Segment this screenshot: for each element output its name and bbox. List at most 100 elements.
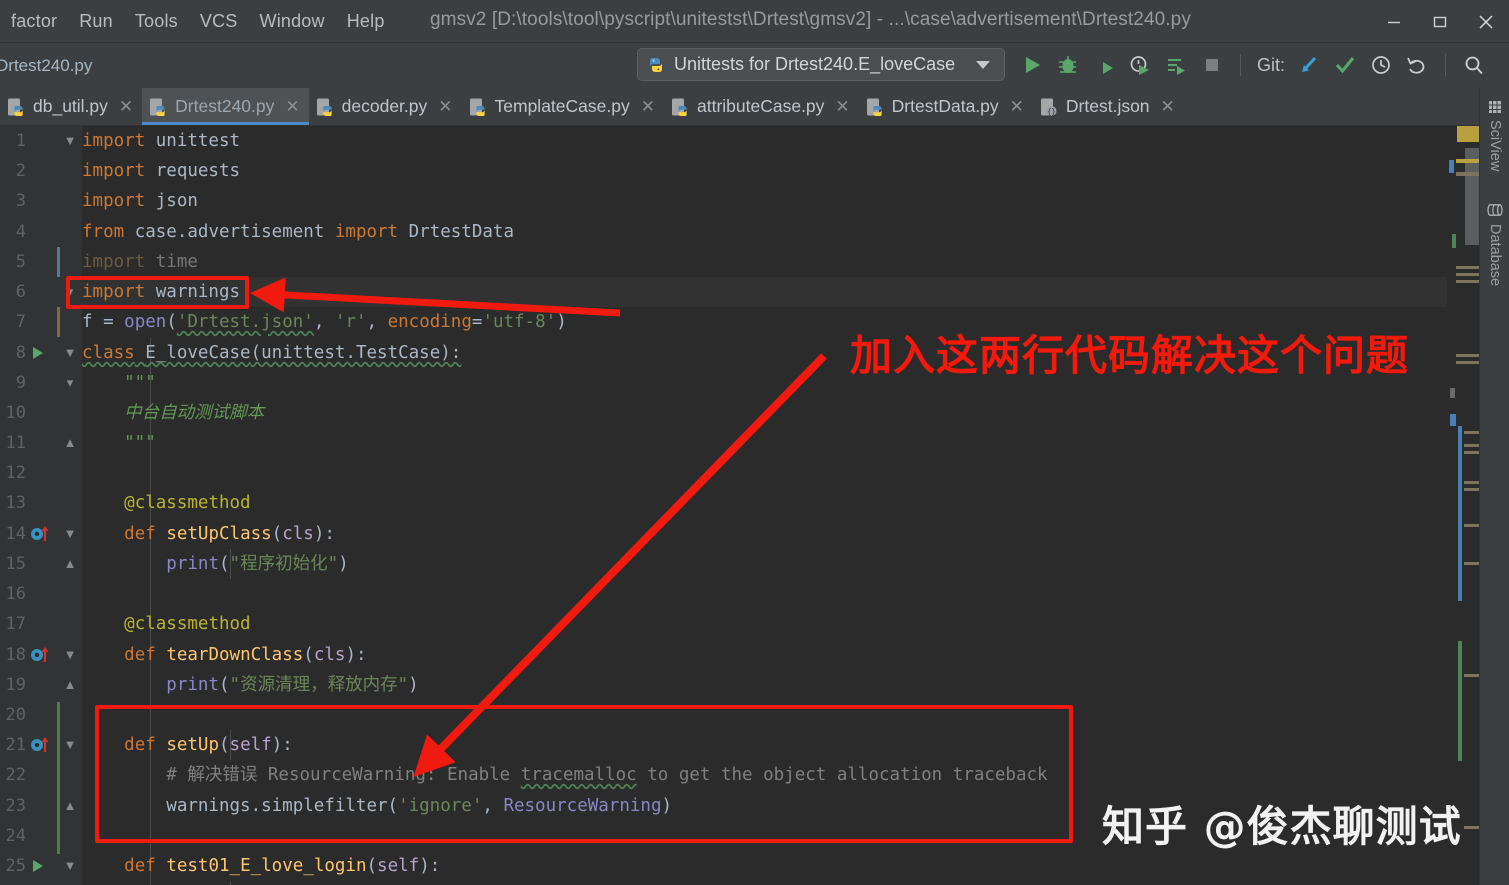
override-gutter-icon[interactable] [30,519,56,549]
code-line[interactable]: 9 ▾ """ [0,368,1479,398]
fold-marker[interactable]: ▾ [62,277,78,307]
code-line[interactable]: 10 中台自动测试脚本 [0,398,1479,428]
close-button[interactable] [1463,0,1509,43]
marker-change[interactable] [1452,234,1456,248]
menu-label: Window [260,11,325,31]
minimize-button[interactable] [1371,0,1417,43]
code-line[interactable]: 5 import time [0,247,1479,277]
line-number: 12 [0,458,26,488]
fold-marker[interactable]: ▼ [62,730,78,760]
fold-marker[interactable]: ▲ [62,791,78,821]
run-button[interactable] [1016,49,1048,81]
fold-marker[interactable]: ▲ [62,428,78,458]
fold-marker[interactable]: ▼ [62,338,78,368]
fold-marker[interactable]: ▼ [62,640,78,670]
git-commit-button[interactable] [1329,49,1361,81]
code-line[interactable]: 15 ▲ print("程序初始化") [0,549,1479,579]
fold-marker[interactable]: ▾ [62,368,78,398]
fold-marker[interactable]: ▲ [62,670,78,700]
marker-change[interactable] [1449,160,1454,173]
code-line[interactable]: 12 [0,458,1479,488]
override-gutter-icon[interactable] [30,730,56,760]
tab-decoder[interactable]: decoder.py ✕ [309,88,462,125]
code-line[interactable]: 4 from case.advertisement import DrtestD… [0,217,1479,247]
code-editor[interactable]: 1 ▼ import unittest 2 import requests 3 … [0,126,1479,885]
code-line[interactable]: 17 @classmethod [0,609,1479,639]
marker-info[interactable] [1456,361,1479,364]
tab-drtest-json[interactable]: {} Drtest.json ✕ [1033,88,1184,125]
code-line[interactable]: 1 ▼ import unittest [0,126,1479,156]
close-icon[interactable]: ✕ [119,97,133,117]
close-icon[interactable]: ✕ [438,97,452,117]
menu-item-help[interactable]: Help [336,7,396,36]
marker-warning[interactable] [1457,126,1479,142]
tab-attributecase[interactable]: attributeCase.py ✕ [664,88,859,125]
tab-drtest240[interactable]: Drtest240.py ✕ [142,88,308,125]
code-text: import unittest [82,126,240,156]
marker-info[interactable] [1456,172,1479,176]
sidebar-item-sciview[interactable]: SciView [1480,94,1509,171]
close-icon[interactable]: ✕ [1010,97,1024,117]
debug-button[interactable] [1052,49,1084,81]
code-line[interactable]: 16 [0,579,1479,609]
run-test-gutter-icon[interactable] [30,851,56,881]
marker-change[interactable] [1450,388,1455,398]
marker-info[interactable] [1456,266,1479,269]
marker-info[interactable] [1456,280,1479,283]
code-line[interactable]: 8 ▼ class E_loveCase(unittest.TestCase): [0,338,1479,368]
git-rollback-button[interactable] [1401,49,1433,81]
close-icon[interactable]: ✕ [641,97,655,117]
marker-change[interactable] [1450,414,1456,426]
tab-drtestdata[interactable]: DrtestData.py ✕ [859,88,1033,125]
code-line[interactable]: 24 [0,821,1479,851]
git-history-button[interactable] [1365,49,1397,81]
code-line[interactable]: 21 ▼ def setUp(self): [0,730,1479,760]
code-line[interactable]: 20 [0,700,1479,730]
run-test-gutter-icon[interactable] [30,338,56,368]
marker-info[interactable] [1456,273,1479,276]
code-line[interactable]: 13 @classmethod [0,488,1479,518]
code-line[interactable]: 11 ▲ """ [0,428,1479,458]
scroll-range[interactable] [1458,641,1462,761]
code-line[interactable]: 18 ▼ def tearDownClass(cls): [0,640,1479,670]
close-icon[interactable]: ✕ [835,97,849,117]
menu-item-vcs[interactable]: VCS [189,7,249,36]
code-line[interactable]: 23 ▲ warnings.simplefilter('ignore', Res… [0,791,1479,821]
profile-button[interactable] [1124,49,1156,81]
code-line[interactable]: 2 import requests [0,156,1479,186]
code-line[interactable]: 22 # 解决错误 ResourceWarning: Enable tracem… [0,760,1479,790]
code-line[interactable]: 14 ▼ def setUpClass(cls): [0,519,1479,549]
code-line[interactable]: 19 ▲ print("资源清理，释放内存") [0,670,1479,700]
fold-marker[interactable]: ▼ [62,519,78,549]
tab-db_util[interactable]: db_util.py ✕ [0,88,142,125]
run-with-coverage-button[interactable] [1088,49,1120,81]
fold-marker[interactable]: ▼ [62,126,78,156]
code-line[interactable]: 6 ▾ import warnings [0,277,1479,307]
tab-templatecase[interactable]: TemplateCase.py ✕ [462,88,664,125]
run-configuration-selector[interactable]: Unittests for Drtest240.E_loveCase [637,48,1005,81]
code-text: def setUp(self): [82,730,293,760]
run-tests-button[interactable] [1160,49,1192,81]
editor-marker-bar[interactable] [1447,126,1479,885]
close-icon[interactable]: ✕ [1161,97,1175,117]
git-update-button[interactable] [1293,49,1325,81]
close-icon[interactable]: ✕ [285,97,299,117]
breadcrumb[interactable]: Drtest240.py [0,56,92,76]
code-line[interactable]: 7 f = open('Drtest.json', 'r', encoding=… [0,307,1479,337]
menu-item-tools[interactable]: Tools [124,7,189,36]
code-line[interactable]: 25 ▼ def test01_E_love_login(self): [0,851,1479,881]
marker-warning[interactable] [1456,159,1479,163]
code-line[interactable]: 3 import json [0,186,1479,216]
maximize-button[interactable] [1417,0,1463,43]
sidebar-item-database[interactable]: Database [1480,196,1509,286]
override-gutter-icon[interactable] [30,640,56,670]
scroll-range[interactable] [1458,426,1462,601]
search-everywhere-button[interactable] [1458,49,1490,81]
menu-item-factor[interactable]: factor [0,7,68,36]
menu-item-run[interactable]: Run [68,7,124,36]
fold-marker[interactable]: ▼ [62,851,78,881]
stop-button[interactable] [1196,49,1228,81]
menu-item-window[interactable]: Window [249,7,336,36]
marker-info[interactable] [1456,354,1479,357]
fold-marker[interactable]: ▲ [62,549,78,579]
